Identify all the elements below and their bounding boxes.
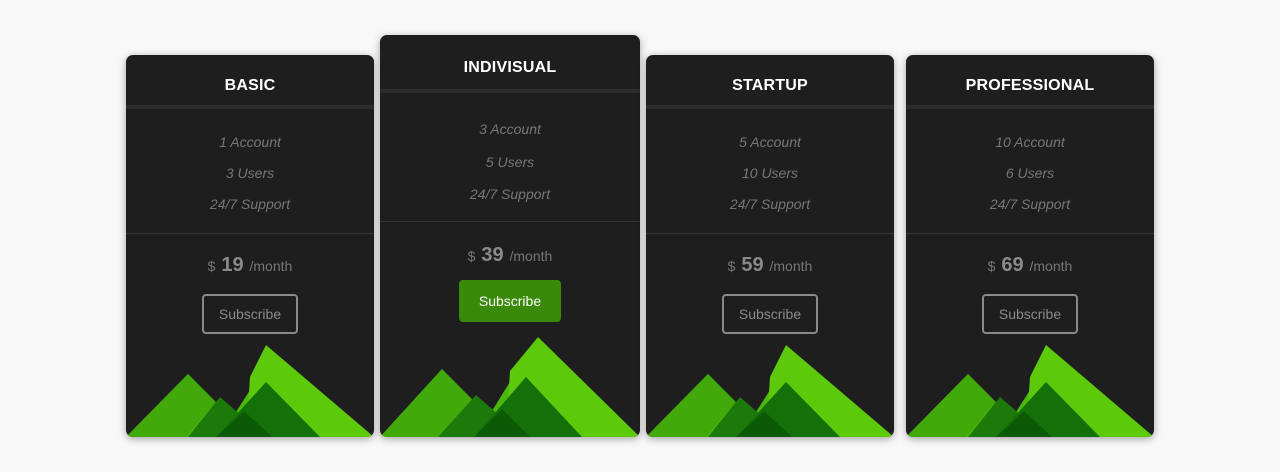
feature-item: 6 Users (1005, 165, 1055, 181)
price-period: /month (509, 248, 553, 264)
pricing-card-basic: BASIC 1 Account 3 Users 24/7 Support $ 1… (126, 55, 374, 437)
feature-list: 10 Account 6 Users 24/7 Support (906, 109, 1154, 234)
feature-item: 10 Account (995, 134, 1065, 150)
feature-list: 5 Account 10 Users 24/7 Support (646, 109, 894, 234)
feature-item: 3 Users (225, 165, 275, 181)
feature-item: 1 Account (219, 134, 281, 150)
pricing-card-professional: PROFESSIONAL 10 Account 6 Users 24/7 Sup… (906, 55, 1154, 437)
currency-symbol: $ (987, 258, 996, 274)
plan-title: PROFESSIONAL (906, 55, 1154, 109)
feature-item: 5 Account (739, 134, 801, 150)
currency-symbol: $ (727, 258, 736, 274)
price-amount: 39 (481, 244, 504, 266)
plan-title: BASIC (126, 55, 374, 109)
plan-price: $ 59 /month (646, 254, 894, 276)
mountains-graphic (646, 345, 894, 437)
feature-item: 24/7 Support (209, 196, 291, 212)
price-amount: 19 (221, 254, 244, 276)
subscribe-button[interactable]: Subscribe (202, 294, 298, 334)
feature-list: 3 Account 5 Users 24/7 Support (380, 93, 640, 222)
pricing-section: BASIC 1 Account 3 Users 24/7 Support $ 1… (0, 0, 1280, 472)
price-period: /month (1029, 258, 1073, 274)
plan-price: $ 39 /month (380, 244, 640, 266)
plan-title: STARTUP (646, 55, 894, 109)
feature-item: 5 Users (485, 153, 535, 170)
price-amount: 69 (1001, 254, 1024, 276)
feature-list: 1 Account 3 Users 24/7 Support (126, 109, 374, 234)
subscribe-button[interactable]: Subscribe (982, 294, 1078, 334)
plan-price: $ 69 /month (906, 254, 1154, 276)
feature-item: 24/7 Support (469, 186, 551, 202)
feature-item: 24/7 Support (729, 196, 811, 212)
currency-symbol: $ (207, 258, 216, 274)
feature-item: 24/7 Support (989, 196, 1071, 212)
price-period: /month (769, 258, 813, 274)
subscribe-button[interactable]: Subscribe (722, 294, 818, 334)
plan-title: INDIVISUAL (380, 35, 640, 93)
mountains-graphic (380, 337, 640, 437)
pricing-card-startup: STARTUP 5 Account 10 Users 24/7 Support … (646, 55, 894, 437)
feature-item: 3 Account (479, 121, 541, 137)
price-amount: 59 (741, 254, 764, 276)
price-period: /month (249, 258, 293, 274)
plan-price: $ 19 /month (126, 254, 374, 276)
currency-symbol: $ (467, 248, 476, 264)
mountains-graphic (906, 345, 1154, 437)
feature-item: 10 Users (741, 165, 799, 181)
subscribe-button[interactable]: Subscribe (459, 280, 561, 322)
mountains-graphic (126, 345, 374, 437)
pricing-card-indivisual: INDIVISUAL 3 Account 5 Users 24/7 Suppor… (380, 35, 640, 437)
